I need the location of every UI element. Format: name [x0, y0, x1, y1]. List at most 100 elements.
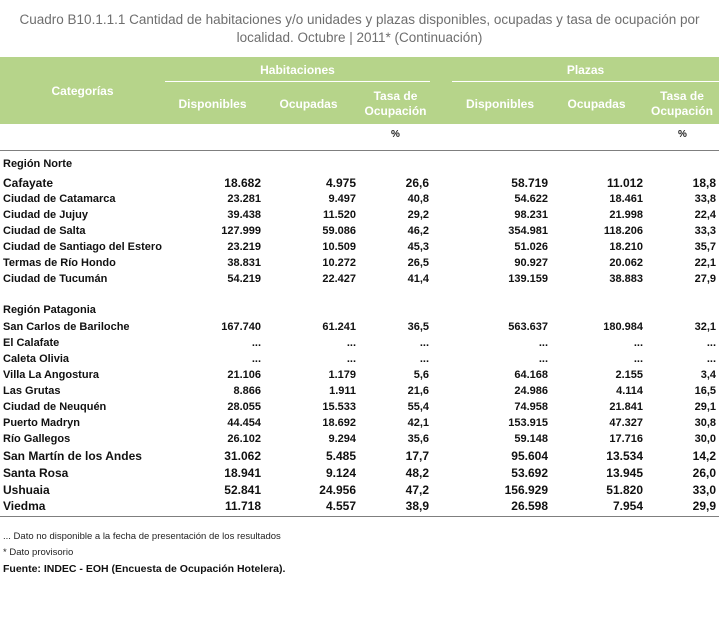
- header-hab-tasa: Tasa de Ocupación: [357, 89, 434, 119]
- cell-plz-disponibles: 95.604: [511, 449, 548, 463]
- cell-plz-disponibles: 53.692: [511, 466, 548, 480]
- table-row: Ciudad de Jujuy 39.438 11.520 29,2 98.23…: [0, 207, 719, 223]
- cell-hab-disponibles: 44.454: [227, 417, 261, 429]
- cell-plz-disponibles: 74.958: [514, 401, 548, 413]
- row-locality: Ciudad de Neuquén: [3, 401, 107, 413]
- row-locality: Ushuaia: [3, 483, 50, 497]
- cell-plz-tasa: ...: [706, 337, 716, 349]
- cell-plz-disponibles: 54.622: [514, 193, 548, 205]
- table-row: Santa Rosa 18.941 9.124 48,2 53.692 13.9…: [0, 465, 719, 481]
- plz-tasa-unit: %: [678, 129, 687, 140]
- cell-plz-ocupadas: 21.841: [609, 401, 643, 413]
- cell-plz-tasa: 30,0: [694, 433, 716, 445]
- header-hab-ocupadas: Ocupadas: [279, 97, 338, 111]
- cell-hab-disponibles: 23.219: [227, 241, 261, 253]
- table-row: Las Grutas 8.866 1.911 21,6 24.986 4.114…: [0, 383, 719, 399]
- cell-hab-ocupadas: 15.533: [322, 401, 356, 413]
- table-row: Viedma 11.718 4.557 38,9 26.598 7.954 29…: [0, 498, 719, 514]
- cell-hab-ocupadas: 1.911: [329, 385, 356, 397]
- header-divider-habitaciones: [165, 81, 430, 82]
- cell-plz-ocupadas: 51.820: [606, 483, 643, 497]
- cell-plz-disponibles: 156.929: [504, 483, 548, 497]
- cell-hab-ocupadas: ...: [346, 353, 356, 365]
- cell-hab-tasa: ...: [419, 337, 429, 349]
- header-hab-disponibles: Disponibles: [178, 97, 247, 111]
- table-row: Ciudad de Neuquén 28.055 15.533 55,4 74.…: [0, 399, 719, 415]
- table-title: Cuadro B10.1.1.1 Cantidad de habitacione…: [0, 11, 719, 47]
- cell-hab-tasa: 5,6: [413, 369, 429, 381]
- title-line-1: Cuadro B10.1.1.1 Cantidad de habitacione…: [19, 12, 700, 27]
- cell-hab-ocupadas: 4.975: [325, 176, 356, 190]
- cell-hab-ocupadas: 5.485: [325, 449, 356, 463]
- header-plz-tasa: Tasa de Ocupación: [645, 89, 719, 119]
- row-locality: Ciudad de Tucumán: [3, 273, 108, 285]
- row-locality: Termas de Río Hondo: [3, 257, 116, 269]
- cell-plz-ocupadas: 4.114: [616, 385, 643, 397]
- table-row: El Calafate ... ... ... ... ... ...: [0, 335, 719, 351]
- footer-separator: [0, 516, 719, 517]
- cell-plz-tasa: 22,4: [694, 209, 716, 221]
- cell-plz-ocupadas: 18.461: [609, 193, 643, 205]
- cell-plz-tasa: 3,4: [700, 369, 716, 381]
- cell-plz-ocupadas: 20.062: [609, 257, 643, 269]
- cell-hab-ocupadas: 10.272: [322, 257, 356, 269]
- header-plz-ocupadas: Ocupadas: [567, 97, 626, 111]
- cell-hab-ocupadas: 18.692: [322, 417, 356, 429]
- header-habitaciones: Habitaciones: [260, 63, 335, 77]
- cell-plz-disponibles: ...: [538, 337, 548, 349]
- cell-hab-disponibles: 54.219: [227, 273, 261, 285]
- cell-hab-disponibles: 21.106: [227, 369, 261, 381]
- cell-hab-tasa: 38,9: [405, 499, 429, 513]
- cell-plz-ocupadas: 47.327: [609, 417, 643, 429]
- cell-hab-ocupadas: ...: [346, 337, 356, 349]
- cell-plz-disponibles: 90.927: [514, 257, 548, 269]
- cell-plz-disponibles: 354.981: [508, 225, 548, 237]
- table-row: Ciudad de Santiago del Estero 23.219 10.…: [0, 239, 719, 255]
- cell-plz-tasa: 22,1: [694, 257, 716, 269]
- cell-hab-disponibles: ...: [251, 337, 261, 349]
- header-plz-tasa-line2: Ocupación: [650, 104, 713, 118]
- row-locality: Río Gallegos: [3, 433, 71, 445]
- cell-plz-ocupadas: 13.534: [606, 449, 643, 463]
- cell-plz-tasa: 18,8: [692, 176, 716, 190]
- note-provisorio: * Dato provisorio: [3, 547, 74, 558]
- cell-plz-disponibles: 26.598: [511, 499, 548, 513]
- cell-hab-ocupadas: 11.520: [322, 209, 356, 221]
- cell-hab-ocupadas: 9.294: [328, 433, 356, 445]
- cell-plz-ocupadas: 13.945: [606, 466, 643, 480]
- header-plazas: Plazas: [566, 63, 605, 77]
- cell-plz-tasa: 29,9: [692, 499, 716, 513]
- cell-plz-ocupadas: 17.716: [609, 433, 643, 445]
- cell-plz-tasa: 33,3: [694, 225, 716, 237]
- cell-hab-tasa: 26,6: [405, 176, 429, 190]
- cell-plz-disponibles: 563.637: [508, 321, 548, 333]
- cell-hab-disponibles: 8.866: [233, 385, 261, 397]
- header-divider-plazas: [452, 81, 719, 82]
- cell-plz-ocupadas: 11.012: [606, 176, 643, 190]
- cell-plz-disponibles: 64.168: [514, 369, 548, 381]
- title-line-2: localidad. Octubre | 2011* (Continuación…: [236, 30, 483, 45]
- cell-hab-ocupadas: 9.124: [325, 466, 356, 480]
- cell-plz-disponibles: 98.231: [514, 209, 548, 221]
- cell-hab-tasa: 48,2: [405, 466, 429, 480]
- header-plz-disponibles: Disponibles: [465, 97, 534, 111]
- cell-plz-tasa: 27,9: [694, 273, 716, 285]
- region-label: Región Patagonia: [3, 304, 96, 316]
- cell-hab-disponibles: 28.055: [227, 401, 261, 413]
- table-row: Puerto Madryn 44.454 18.692 42,1 153.915…: [0, 415, 719, 431]
- cell-plz-ocupadas: 21.998: [609, 209, 643, 221]
- header-plz-tasa-line1: Tasa de: [660, 89, 704, 103]
- cell-hab-disponibles: 18.682: [224, 176, 261, 190]
- cell-hab-disponibles: 31.062: [224, 449, 261, 463]
- row-locality: Santa Rosa: [3, 466, 69, 480]
- cell-plz-ocupadas: ...: [633, 353, 643, 365]
- cell-hab-disponibles: 39.438: [227, 209, 261, 221]
- table-row: Ushuaia 52.841 24.956 47,2 156.929 51.82…: [0, 482, 719, 498]
- cell-hab-ocupadas: 4.557: [325, 499, 356, 513]
- cell-plz-tasa: 33,8: [694, 193, 716, 205]
- table-row: Cafayate 18.682 4.975 26,6 58.719 11.012…: [0, 175, 719, 191]
- cell-plz-tasa: 16,5: [694, 385, 716, 397]
- table-row: Ciudad de Catamarca 23.281 9.497 40,8 54…: [0, 191, 719, 207]
- cell-hab-tasa: 41,4: [407, 273, 429, 285]
- cell-hab-tasa: 55,4: [407, 401, 429, 413]
